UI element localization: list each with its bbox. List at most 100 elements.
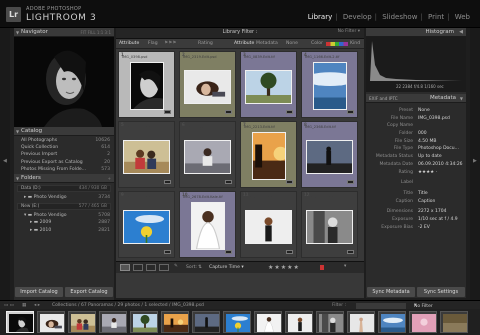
cell-thumbnail[interactable] bbox=[122, 140, 171, 174]
right-panel-toggle-icon[interactable]: ▶ bbox=[473, 158, 477, 164]
tab-metadata[interactable]: Metadata bbox=[256, 41, 278, 46]
metadata-row[interactable]: Caption Caption bbox=[366, 198, 466, 206]
metadata-value[interactable]: None bbox=[418, 107, 430, 115]
metadata-row[interactable]: Exposure 1/10 sec at f / 4.9 bbox=[366, 216, 466, 224]
cell-thumbnail[interactable] bbox=[295, 62, 364, 110]
metadata-row[interactable]: File Name IMG_0398.psd bbox=[366, 115, 466, 123]
metadata-row[interactable]: Title Title bbox=[366, 190, 466, 198]
catalog-item[interactable]: Previous Export as Catalog 20 bbox=[14, 159, 114, 166]
metadata-value[interactable]: Title bbox=[418, 190, 428, 198]
folder-item[interactable]: ▾ ▬ Photo Vendigo 5708 bbox=[14, 212, 114, 219]
catalog-item[interactable]: Previous Import 2 bbox=[14, 151, 114, 158]
metadata-row[interactable]: Metadata Status Up to date bbox=[366, 153, 466, 161]
grid-cell[interactable]: 7 IMG_2213.Edit.tif bbox=[234, 121, 304, 188]
grid-cell[interactable]: 6 IMG_1262.CR2 bbox=[179, 121, 236, 188]
metadata-row[interactable]: Folder 000 bbox=[366, 130, 466, 138]
tab-flag[interactable]: Flag bbox=[148, 41, 158, 46]
tab-attribute[interactable]: Attribute bbox=[119, 41, 139, 46]
module-develop[interactable]: Develop bbox=[343, 13, 372, 21]
filmstrip-breadcrumb[interactable]: Collections / 67 Panoramas / 29 photos /… bbox=[52, 303, 204, 308]
survey-view-icon[interactable] bbox=[159, 264, 169, 271]
metadata-row[interactable]: File Size 4.50 MB bbox=[366, 138, 466, 146]
module-library[interactable]: Library bbox=[308, 13, 332, 21]
toolbar-menu-icon[interactable]: ▾ bbox=[344, 264, 346, 269]
metadata-value[interactable]: -2 EV bbox=[418, 224, 430, 232]
grid-cell[interactable]: 1 IMG_0398.psd bbox=[118, 51, 182, 118]
cell-thumbnail[interactable] bbox=[173, 202, 243, 250]
sort-direction-icon[interactable]: ⇅ bbox=[198, 265, 202, 270]
catalog-header[interactable]: ▼ Catalog bbox=[14, 127, 114, 136]
module-print[interactable]: Print bbox=[428, 13, 444, 21]
metadata-row[interactable]: Dimensions 2272 x 1704 bbox=[366, 208, 466, 216]
filmstrip-thumbnail[interactable] bbox=[285, 311, 313, 333]
metadata-header[interactable]: EXIF and IPTC Metadata ▼ bbox=[366, 94, 466, 103]
metadata-value[interactable]: 000 bbox=[418, 130, 427, 138]
module-slideshow[interactable]: Slideshow bbox=[382, 13, 417, 21]
catalog-item[interactable]: All Photographs 10626 bbox=[14, 137, 114, 144]
volume-bar[interactable]: Data (D:) 434 / 930 GB bbox=[17, 184, 111, 192]
left-panel-toggle-icon[interactable]: ◀ bbox=[3, 158, 7, 164]
filmstrip-thumbnail[interactable] bbox=[68, 311, 96, 333]
monitor-icon[interactable]: ▭ ▭ bbox=[4, 303, 14, 308]
metadata-mode-select[interactable]: EXIF and IPTC bbox=[369, 94, 398, 103]
navigator-header[interactable]: ▼ Navigator FIT FILL 1:1 3:1 bbox=[14, 28, 114, 37]
rating-stars[interactable]: ★★★★★ bbox=[268, 264, 300, 271]
folder-item[interactable]: ▸ ▬ 2010 2821 bbox=[14, 227, 114, 234]
sort-select[interactable]: Capture Time ▾ bbox=[209, 265, 244, 270]
filter-preset-select[interactable]: No Filter ▾ bbox=[338, 29, 360, 34]
cell-thumbnail[interactable] bbox=[244, 70, 293, 104]
filmstrip-thumbnail[interactable] bbox=[37, 311, 65, 333]
cell-thumbnail[interactable] bbox=[244, 210, 293, 244]
metadata-value[interactable]: Up to date bbox=[418, 153, 442, 161]
metadata-value[interactable]: 1/10 sec at f / 4.9 bbox=[418, 216, 458, 224]
back-forward-icon[interactable]: ◂ ▸ bbox=[34, 303, 40, 308]
metadata-value[interactable]: Caption bbox=[418, 198, 435, 206]
cell-thumbnail[interactable] bbox=[305, 210, 354, 244]
filmstrip-thumbnail[interactable] bbox=[378, 311, 406, 333]
cell-thumbnail[interactable] bbox=[118, 62, 182, 110]
add-folder-icon[interactable]: + bbox=[108, 174, 111, 183]
grid-cell[interactable]: 3 IMG_0839.Edit.tif bbox=[240, 51, 297, 118]
histogram-header[interactable]: Histogram ◀ bbox=[366, 28, 466, 37]
import-catalog-button[interactable]: Import Catalog bbox=[15, 287, 63, 297]
cell-thumbnail[interactable] bbox=[234, 132, 304, 180]
metadata-value[interactable]: Photoshop Docu... bbox=[418, 145, 459, 153]
filmstrip-thumbnail[interactable] bbox=[254, 311, 282, 333]
metadata-value[interactable]: 2272 x 1704 bbox=[418, 208, 446, 216]
filmstrip-thumbnail[interactable] bbox=[223, 311, 251, 333]
flag-icons[interactable]: ⚑⚑⚑ bbox=[164, 41, 176, 46]
metadata-value[interactable]: IMG_0398.psd bbox=[418, 115, 450, 123]
filmstrip-thumbnail[interactable] bbox=[347, 311, 375, 333]
cell-thumbnail[interactable] bbox=[122, 210, 171, 244]
loupe-view-icon[interactable] bbox=[133, 264, 143, 271]
compare-view-icon[interactable] bbox=[146, 264, 156, 271]
module-web[interactable]: Web bbox=[455, 13, 470, 21]
filmstrip-thumbnail[interactable] bbox=[192, 311, 220, 333]
grid-cell[interactable]: 10 IMG_2678.Edit.Kale.tif bbox=[173, 191, 243, 258]
folder-item[interactable]: ▸ ▬ 2009 2887 bbox=[14, 219, 114, 226]
grid-cell[interactable]: 2 IMG_2319.Edit.psd bbox=[179, 51, 236, 118]
filmstrip-thumbnail[interactable] bbox=[6, 311, 34, 333]
sync-metadata-button[interactable]: Sync Metadata bbox=[367, 287, 415, 297]
filmstrip-thumbnail[interactable] bbox=[130, 311, 158, 333]
cell-thumbnail[interactable] bbox=[183, 70, 232, 104]
grid-cell[interactable]: 4 IMG_1166.Edit-2.tif bbox=[295, 51, 364, 118]
color-label-swatches[interactable] bbox=[326, 42, 348, 46]
filmstrip-thumbnail[interactable] bbox=[161, 311, 189, 333]
filmstrip-flag-filter[interactable] bbox=[356, 302, 406, 309]
metadata-row[interactable]: Metadata Date 06.09.2010 4:34:26 bbox=[366, 161, 466, 169]
grid-cell[interactable]: 9 IMG_0881.Edit.tif bbox=[118, 191, 175, 258]
red-label-icon[interactable] bbox=[320, 265, 324, 270]
navigator-zoom-options[interactable]: FIT FILL 1:1 3:1 bbox=[80, 28, 111, 37]
metadata-row[interactable]: Copy Name bbox=[366, 122, 466, 130]
sync-settings-button[interactable]: Sync Settings bbox=[417, 287, 465, 297]
navigator-preview[interactable] bbox=[14, 37, 114, 127]
tab-attribute-2[interactable]: Attribute bbox=[234, 41, 254, 46]
catalog-item[interactable]: Photos Missing From Folde... 573 bbox=[14, 166, 114, 173]
grid-cell[interactable]: 11 IMG_2344.Edit.tif bbox=[240, 191, 297, 258]
grid-shortcut-icon[interactable]: ▦ bbox=[22, 303, 26, 308]
metadata-row[interactable]: File Type Photoshop Docu... bbox=[366, 145, 466, 153]
filmstrip-thumbnail[interactable] bbox=[99, 311, 127, 333]
filmstrip-filter-select[interactable]: No Filter ▾ bbox=[414, 303, 433, 310]
cell-thumbnail[interactable] bbox=[183, 140, 232, 174]
